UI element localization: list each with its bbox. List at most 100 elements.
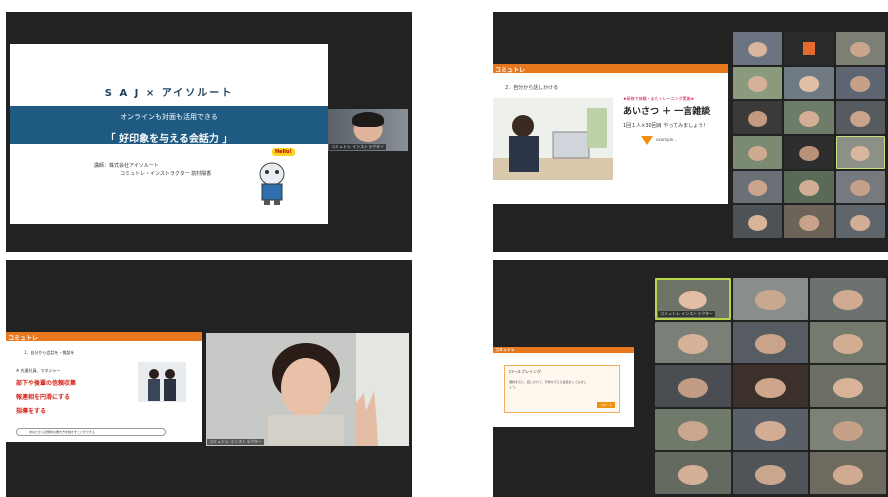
greeting-headline: あいさつ ＋ 一言雑談 bbox=[623, 107, 711, 117]
participant-tile[interactable] bbox=[810, 365, 886, 407]
participant-tile[interactable] bbox=[784, 136, 834, 169]
participant-face bbox=[755, 334, 786, 355]
host-name-label: コミュトレ インストラクター bbox=[658, 310, 716, 317]
brand-logo: コミュトレ bbox=[495, 347, 515, 352]
slide-main-title: 「 好印象を与える会話力 」 bbox=[105, 134, 233, 145]
participant-face bbox=[747, 215, 768, 231]
participant-face bbox=[850, 111, 871, 127]
presenter-name: コミュトレ・インストラクター 前村陽香 bbox=[120, 171, 212, 177]
participant-tile[interactable] bbox=[733, 66, 783, 100]
participant-face bbox=[755, 290, 786, 311]
greeting-slide: コミュトレ 2．自分から話しかける ★研修で体験・またトレーニング実施★ あいさ… bbox=[493, 64, 728, 204]
brand-logo: コミュトレ bbox=[495, 67, 526, 74]
participant-tile[interactable] bbox=[784, 205, 834, 238]
participant-face bbox=[747, 145, 768, 162]
participant-face bbox=[678, 291, 708, 310]
title-slide: S A J × アイソルート オンラインも対面も活用できる 「 好印象を与える会… bbox=[10, 44, 328, 224]
participant-face bbox=[747, 76, 768, 93]
participant-tile[interactable] bbox=[835, 32, 885, 65]
participant-face bbox=[833, 421, 864, 442]
speaker-video[interactable]: コミュトレ インストラクター bbox=[328, 109, 408, 151]
roleplay-box: ロールプレイング 課題を元に、話しかけて、印象を与える会話をしてみましょう。 ス… bbox=[504, 365, 620, 413]
slide-top-bar bbox=[493, 64, 728, 73]
speaker-video-large[interactable]: コミュトレ インストラクター bbox=[206, 333, 409, 446]
roleplay-title: ロールプレイング bbox=[509, 369, 541, 374]
participant-tile[interactable] bbox=[733, 136, 783, 169]
participant-tile[interactable] bbox=[732, 452, 809, 494]
participant-tile[interactable] bbox=[784, 32, 834, 65]
arrow-label: example... bbox=[656, 137, 678, 142]
participant-face bbox=[755, 421, 786, 442]
participant-face bbox=[677, 334, 708, 355]
participant-tile[interactable] bbox=[835, 170, 885, 204]
zoom-window-1: S A J × アイソルート オンラインも対面も活用できる 「 好印象を与える会… bbox=[6, 12, 412, 252]
participant-face bbox=[747, 180, 768, 197]
participant-face bbox=[850, 76, 871, 93]
participant-tile[interactable] bbox=[732, 321, 809, 364]
participant-tile[interactable] bbox=[835, 66, 885, 100]
participant-tile[interactable] bbox=[655, 408, 731, 451]
participant-tile[interactable] bbox=[655, 452, 731, 494]
business-photo bbox=[138, 362, 186, 402]
slide-step-title: 1．自分から会話を・雑談を bbox=[24, 350, 75, 355]
participant-tile[interactable] bbox=[784, 101, 834, 134]
roleplay-start-button[interactable]: スタート bbox=[596, 402, 615, 408]
participant-face bbox=[850, 180, 871, 197]
participant-tile[interactable] bbox=[733, 101, 783, 134]
participant-tile[interactable] bbox=[784, 66, 834, 100]
participant-tile[interactable] bbox=[835, 101, 885, 134]
participant-tile[interactable] bbox=[733, 170, 783, 204]
zoom-window-2: コミュトレ 2．自分から話しかける ★研修で体験・またトレーニング実施★ あいさ… bbox=[493, 12, 888, 252]
hello-bubble: Hello! bbox=[272, 148, 295, 156]
participant-tile[interactable] bbox=[810, 452, 886, 494]
participant-face bbox=[850, 41, 871, 58]
participant-face bbox=[799, 215, 819, 231]
participant-tile[interactable] bbox=[732, 278, 809, 320]
participant-face bbox=[799, 180, 819, 197]
participant-face bbox=[747, 41, 768, 58]
participant-tile[interactable] bbox=[732, 365, 809, 407]
presenter-company: 講師：株式会社アイソルート bbox=[94, 163, 159, 169]
participant-face bbox=[833, 334, 864, 355]
participant-grid-2 bbox=[733, 32, 885, 238]
host-tile[interactable]: コミュトレ インストラクター bbox=[655, 278, 731, 320]
participant-tile[interactable] bbox=[784, 170, 834, 204]
speaker-name-label: コミュトレ インストラクター bbox=[329, 144, 387, 150]
participant-tile[interactable] bbox=[733, 32, 783, 65]
participant-face bbox=[833, 377, 864, 398]
participant-face bbox=[747, 111, 768, 127]
participant-tile[interactable] bbox=[810, 278, 886, 320]
participant-face bbox=[850, 215, 871, 231]
participant-tile[interactable] bbox=[835, 136, 885, 169]
participant-face bbox=[799, 111, 819, 127]
roleplay-text: 課題を元に、話しかけて、印象を与える会話をしてみましょう。 bbox=[509, 380, 587, 389]
zoom-window-3: コミュトレ 1．自分から会話を・雑談を ※ 先輩社員、マネジャー 部下や後輩の信… bbox=[6, 260, 412, 497]
greeting-note: ★研修で体験・またトレーニング実施★ bbox=[623, 96, 695, 101]
participant-tile[interactable] bbox=[655, 321, 731, 364]
participant-face bbox=[677, 377, 708, 398]
participant-tile[interactable] bbox=[732, 408, 809, 451]
participant-face bbox=[799, 76, 819, 93]
participant-face bbox=[799, 145, 819, 162]
participant-tile[interactable] bbox=[835, 205, 885, 238]
participant-face bbox=[755, 377, 786, 398]
participant-tile[interactable] bbox=[733, 205, 783, 238]
bullet-item: 部下や後輩の信頼収集 bbox=[16, 380, 77, 387]
arrow-down-icon bbox=[641, 136, 653, 145]
participant-face bbox=[833, 464, 864, 485]
participant-face bbox=[833, 290, 864, 311]
slide-context: ※ 先輩社員、マネジャー bbox=[16, 368, 61, 373]
participant-tile[interactable] bbox=[655, 365, 731, 407]
participant-grid-4: コミュトレ インストラクター bbox=[655, 278, 886, 494]
slide-footer-note: あなたから自発的な働き方を動かすことができる bbox=[16, 428, 166, 436]
participant-tile[interactable] bbox=[810, 408, 886, 451]
speaker-video-frame bbox=[206, 333, 409, 446]
bullet-item: 指導をする bbox=[16, 408, 47, 415]
slide-step-title: 2．自分から話しかける bbox=[505, 85, 559, 91]
speaker-name-label: コミュトレ インストラクター bbox=[207, 439, 265, 445]
slide-title: S A J × アイソルート bbox=[104, 88, 234, 99]
participant-face bbox=[677, 464, 708, 485]
participant-tile[interactable] bbox=[810, 321, 886, 364]
bullet-item: 報連相を円滑にする bbox=[16, 394, 71, 401]
participant-face bbox=[850, 146, 870, 161]
